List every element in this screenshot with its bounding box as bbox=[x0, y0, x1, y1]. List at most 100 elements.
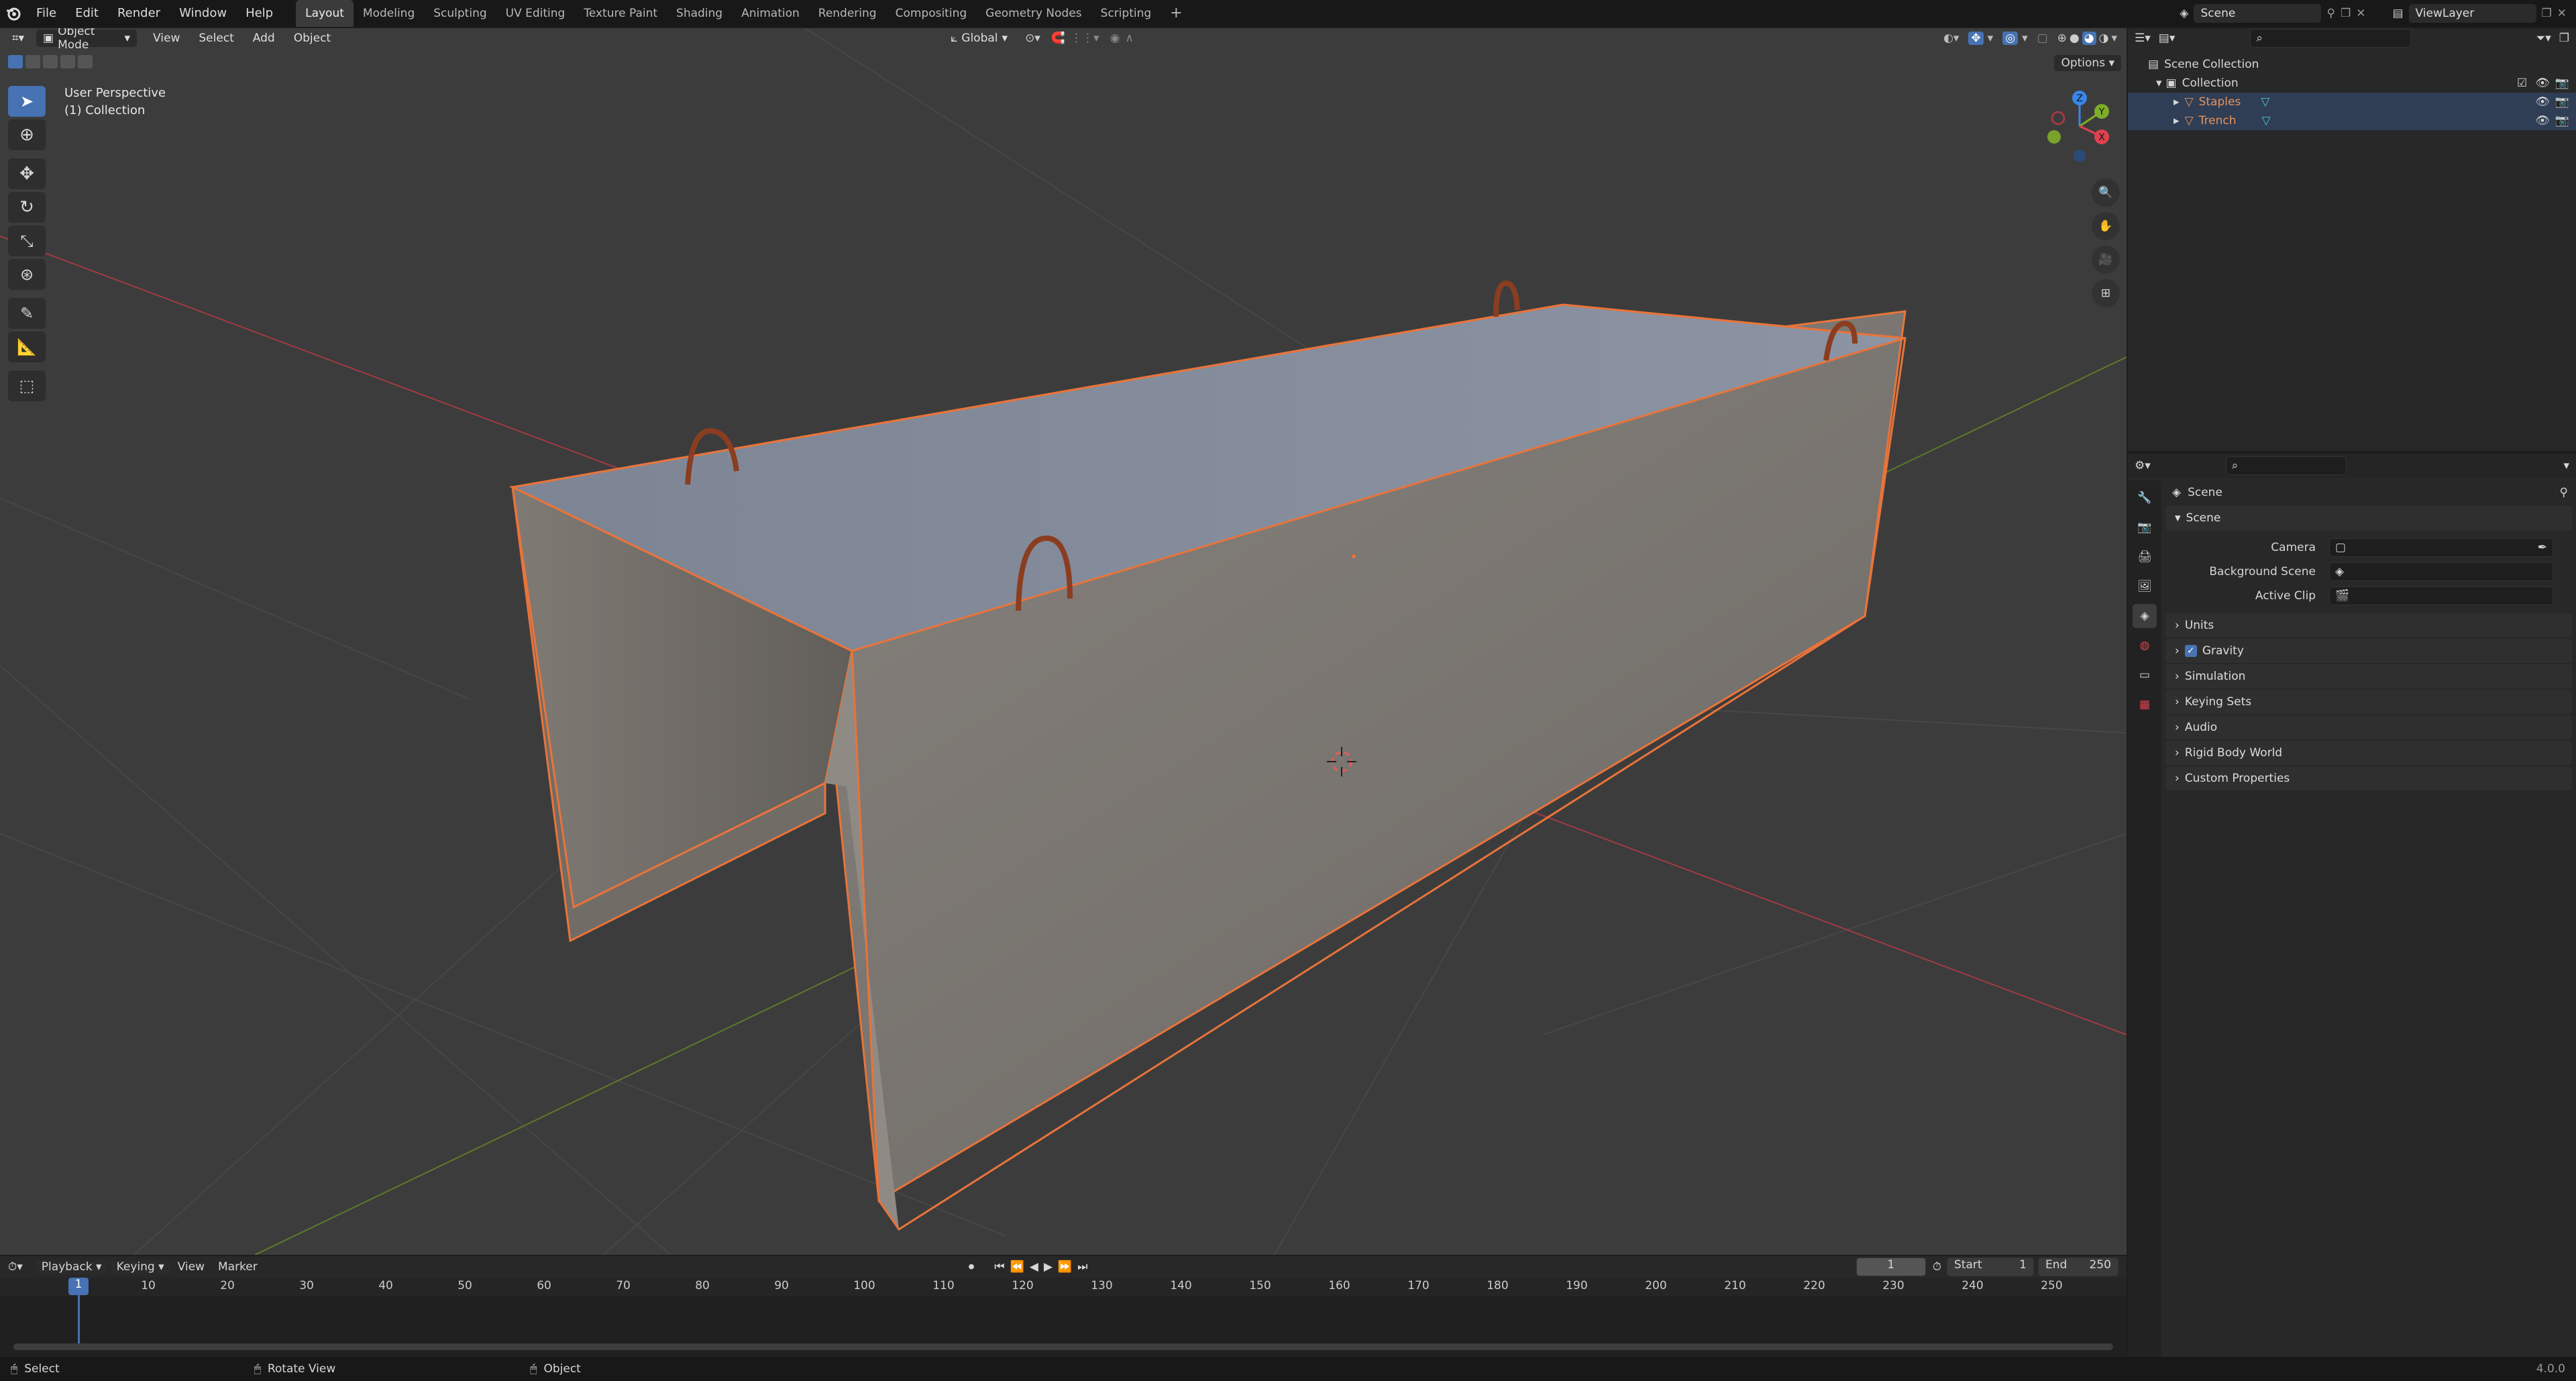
jump-start-icon[interactable]: ⏮ bbox=[994, 1260, 1004, 1274]
snap-target-icon[interactable]: ⋮⋮▾ bbox=[1071, 32, 1099, 45]
panel-rigid-body-world[interactable]: › Rigid Body World bbox=[2165, 741, 2572, 765]
scene-tab-icon[interactable]: ◈ bbox=[2133, 604, 2157, 628]
select-new-icon[interactable] bbox=[8, 55, 23, 68]
tab-shading[interactable]: Shading bbox=[667, 0, 732, 27]
timeline-menu-view[interactable]: View bbox=[178, 1260, 205, 1274]
timeline-scrollbar[interactable] bbox=[13, 1343, 2113, 1350]
proportional-edit-icon[interactable]: ◉ bbox=[1110, 32, 1120, 45]
tab-uv-editing[interactable]: UV Editing bbox=[496, 0, 575, 27]
3d-viewport[interactable]: ⌗▾ ▣ Object Mode ▾ View Select Add Object … bbox=[0, 28, 2127, 1255]
camera-icon[interactable]: 📷 bbox=[2555, 95, 2569, 109]
eye-icon[interactable]: 👁 bbox=[2535, 114, 2550, 127]
options-button[interactable]: Options ▾ bbox=[2054, 55, 2121, 71]
annotate-tool[interactable]: ✎ bbox=[8, 298, 46, 329]
mesh-data-icon[interactable]: ▽ bbox=[2261, 95, 2269, 109]
gizmo-dropdown-icon[interactable]: ▾ bbox=[1988, 32, 1994, 45]
tool-tab-icon[interactable]: 🔧 bbox=[2133, 486, 2157, 510]
start-frame-field[interactable]: Start 1 bbox=[1947, 1258, 2034, 1276]
menu-file[interactable]: File bbox=[27, 0, 66, 27]
solid-shading-icon[interactable]: ● bbox=[2070, 32, 2080, 45]
playhead-indicator[interactable]: 1 bbox=[68, 1278, 89, 1295]
menu-edit[interactable]: Edit bbox=[66, 0, 108, 27]
expand-chevron-icon[interactable]: ▸ bbox=[2174, 114, 2180, 127]
menu-render[interactable]: Render bbox=[108, 0, 170, 27]
menu-window[interactable]: Window bbox=[170, 0, 236, 27]
viewport-menu-add[interactable]: Add bbox=[244, 32, 284, 45]
checkbox-icon[interactable]: ☑ bbox=[2517, 76, 2527, 90]
pivot-icon[interactable]: ⊙▾ bbox=[1025, 32, 1040, 45]
gizmo-toggle-icon[interactable]: ✥ bbox=[1968, 32, 1984, 45]
rendered-shading-icon[interactable]: ◑ bbox=[2099, 32, 2109, 45]
stopwatch-icon[interactable]: ⏱ bbox=[1933, 1260, 1941, 1274]
pan-hand-icon[interactable]: ✋ bbox=[2092, 212, 2120, 240]
viewport-scene[interactable] bbox=[0, 28, 2127, 1255]
select-intersect-icon[interactable] bbox=[78, 55, 93, 68]
tree-row-trench[interactable]: ▸ ▽ Trench ▽ 👁 📷 bbox=[2128, 111, 2576, 130]
filter-icon[interactable]: ⏷▾ bbox=[2536, 32, 2551, 45]
falloff-icon[interactable]: ∧ bbox=[1125, 32, 1133, 45]
add-cube-tool[interactable]: ⬚ bbox=[8, 370, 46, 401]
add-workspace-icon[interactable]: + bbox=[1161, 0, 1191, 27]
delete-view-layer-icon[interactable]: ✕ bbox=[2557, 7, 2567, 20]
eye-icon[interactable]: 👁 bbox=[2535, 95, 2550, 109]
render-tab-icon[interactable]: 📷 bbox=[2133, 515, 2157, 540]
menu-keying[interactable]: Keying ▾ bbox=[111, 1260, 170, 1274]
timeline-editor-icon[interactable]: ⏱▾ bbox=[8, 1260, 23, 1274]
camera-icon[interactable]: 📷 bbox=[2555, 76, 2569, 90]
delete-scene-icon[interactable]: ✕ bbox=[2356, 7, 2365, 20]
properties-search-input[interactable]: ⌕ bbox=[2225, 456, 2347, 475]
current-frame-field[interactable]: 1 bbox=[1856, 1258, 1926, 1276]
outliner[interactable]: ☰▾ ▤▾ ⌕ ⏷▾ ❐ ▤ Scene Collection ▾ ▣ Coll… bbox=[2128, 28, 2576, 451]
play-reverse-icon[interactable]: ◀ bbox=[1030, 1260, 1038, 1274]
eyedropper-icon[interactable]: ✒ bbox=[2538, 541, 2547, 554]
panel-audio[interactable]: › Audio bbox=[2165, 715, 2572, 739]
menu-help[interactable]: Help bbox=[236, 0, 282, 27]
background-scene-field[interactable]: ◈ bbox=[2329, 562, 2553, 581]
overlay-toggle-icon[interactable]: ◎ bbox=[2002, 32, 2019, 45]
scale-tool[interactable]: ⤡ bbox=[8, 225, 46, 256]
wireframe-shading-icon[interactable]: ⊕ bbox=[2057, 32, 2067, 45]
overlay-dropdown-icon[interactable]: ▾ bbox=[2022, 32, 2028, 45]
expand-chevron-icon[interactable]: ▸ bbox=[2174, 95, 2180, 109]
jump-key-forward-icon[interactable]: ⏩ bbox=[1058, 1260, 1072, 1274]
tab-sculpting[interactable]: Sculpting bbox=[424, 0, 496, 27]
timeline-editor[interactable]: ⏱▾ Playback ▾ Keying ▾ View Marker ⏺ ⏮ ⏪… bbox=[0, 1256, 2127, 1357]
xray-icon[interactable]: ▢ bbox=[2037, 32, 2048, 45]
mesh-data-icon[interactable]: ▽ bbox=[2261, 114, 2270, 127]
panel-gravity[interactable]: › ✓ Gravity bbox=[2165, 639, 2572, 663]
scene-selector[interactable]: ◈ Scene ⚲ ❐ ✕ bbox=[2180, 4, 2365, 23]
scene-name-field[interactable]: Scene bbox=[2194, 4, 2322, 23]
tab-modeling[interactable]: Modeling bbox=[354, 0, 424, 27]
viewport-menu-view[interactable]: View bbox=[144, 32, 189, 45]
tab-geometry-nodes[interactable]: Geometry Nodes bbox=[976, 0, 1091, 27]
tab-animation[interactable]: Animation bbox=[732, 0, 809, 27]
tree-row-scene-collection[interactable]: ▤ Scene Collection bbox=[2128, 55, 2576, 74]
view-layer-selector[interactable]: ▤ ViewLayer ❐ ✕ bbox=[2392, 4, 2567, 23]
panel-simulation[interactable]: › Simulation bbox=[2165, 664, 2572, 688]
shading-dropdown-icon[interactable]: ▾ bbox=[2111, 32, 2117, 45]
measure-tool[interactable]: 📐 bbox=[8, 331, 46, 362]
transform-tool[interactable]: ⊛ bbox=[8, 259, 46, 290]
texture-tab-icon[interactable]: ▦ bbox=[2133, 693, 2157, 717]
navigation-gizmo[interactable]: Z Y X bbox=[2039, 86, 2120, 166]
timeline-menu-marker[interactable]: Marker bbox=[218, 1260, 258, 1274]
gravity-checkbox[interactable]: ✓ bbox=[2184, 645, 2197, 657]
orientation-selector[interactable]: ⟀ Global ▾ bbox=[944, 30, 1014, 47]
visibility-icon[interactable]: ◐▾ bbox=[1943, 32, 1959, 45]
select-box-tool[interactable]: ➤ bbox=[8, 86, 46, 117]
snap-icon[interactable]: 🧲 bbox=[1051, 32, 1065, 45]
cursor-tool[interactable]: ⊕ bbox=[8, 119, 46, 150]
ortho-grid-icon[interactable]: ⊞ bbox=[2092, 279, 2120, 307]
zoom-icon[interactable]: 🔍 bbox=[2092, 178, 2120, 207]
camera-icon[interactable]: 📷 bbox=[2555, 114, 2569, 127]
end-frame-field[interactable]: End 250 bbox=[2038, 1258, 2118, 1276]
jump-end-icon[interactable]: ⏭ bbox=[1077, 1260, 1087, 1274]
collection-tab-icon[interactable]: ▭ bbox=[2133, 663, 2157, 687]
blender-logo-icon[interactable] bbox=[0, 0, 27, 27]
view-layer-field[interactable]: ViewLayer bbox=[2408, 4, 2536, 23]
tab-layout[interactable]: Layout bbox=[296, 0, 354, 27]
eye-icon[interactable]: 👁 bbox=[2535, 76, 2550, 90]
properties-editor-icon[interactable]: ⚙▾ bbox=[2135, 459, 2151, 472]
panel-scene[interactable]: ▾ Scene bbox=[2165, 506, 2572, 530]
rotate-tool[interactable]: ↻ bbox=[8, 192, 46, 223]
